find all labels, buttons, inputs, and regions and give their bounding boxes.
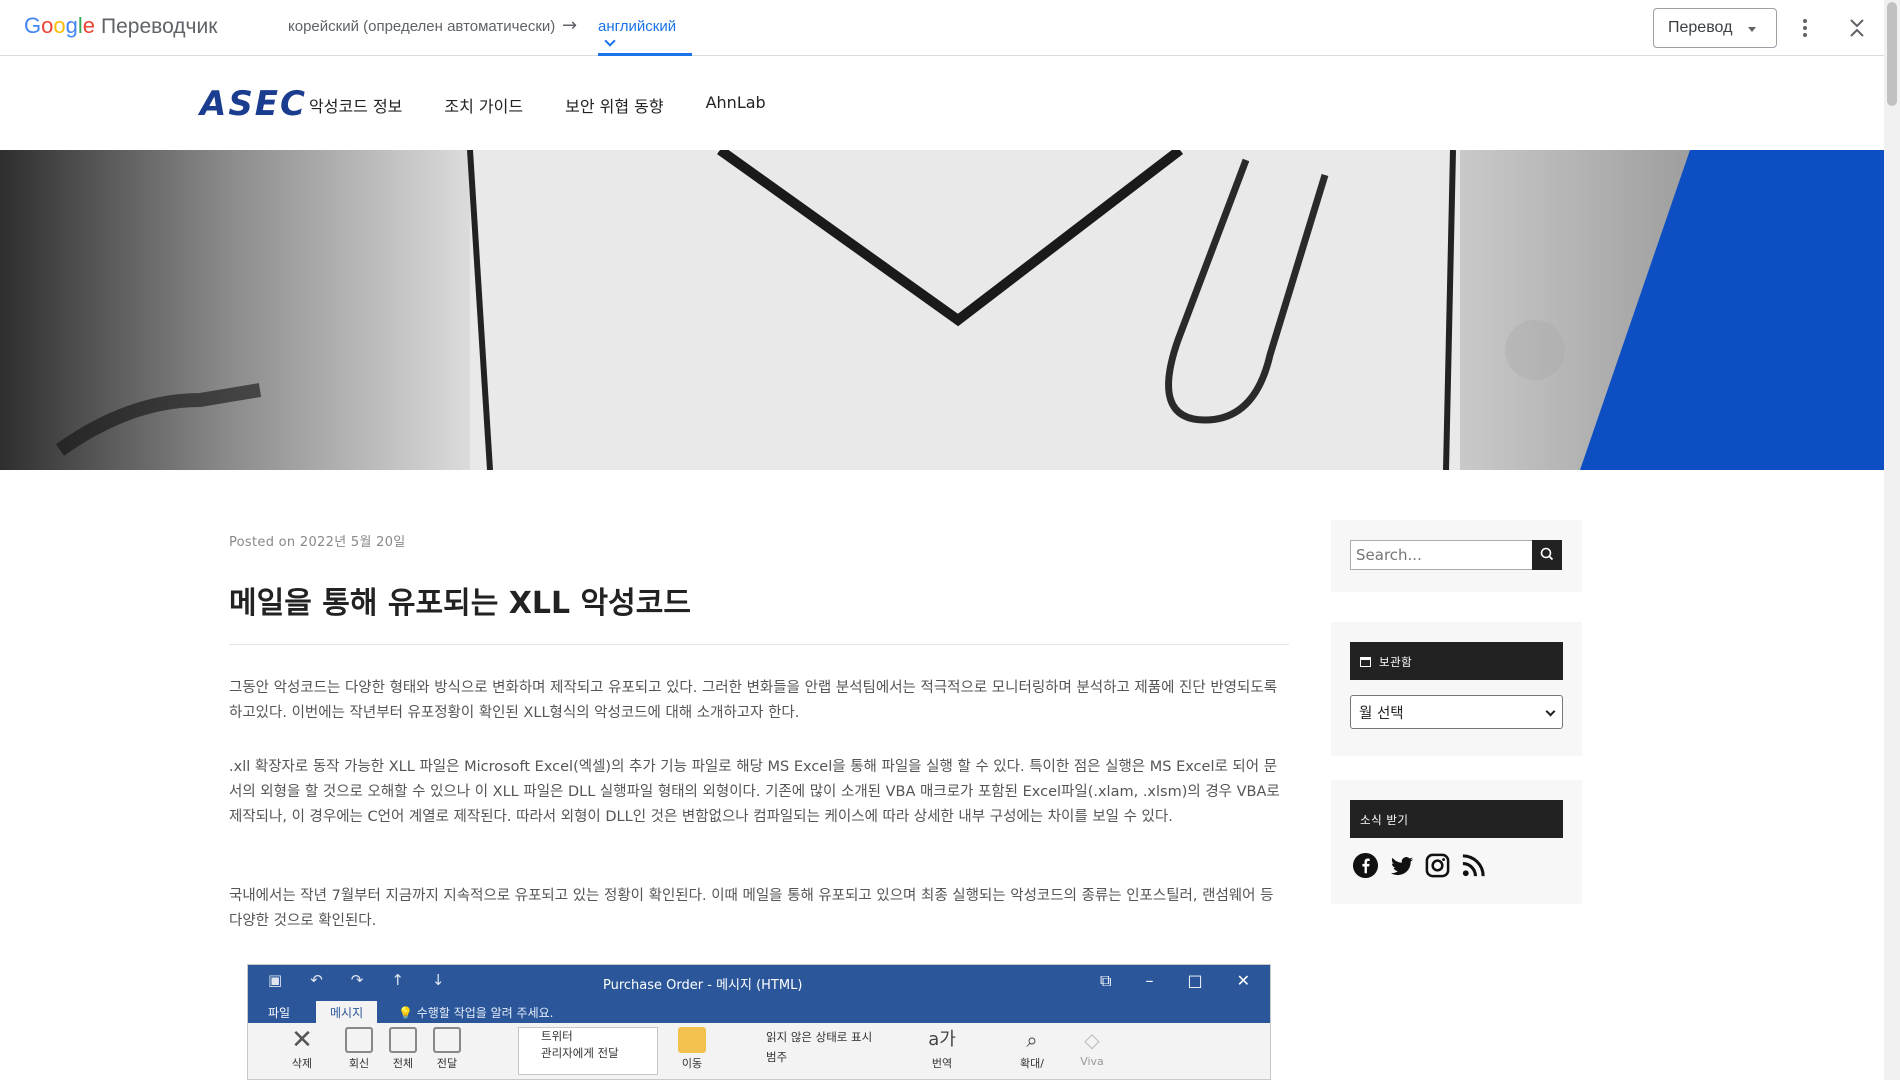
minimize-icon: – <box>1145 971 1154 990</box>
post-meta: Posted on 2022년 5월 20일 <box>229 535 406 550</box>
outlook-title-bar: ▣ ↶ ↷ ↑ ↓ Purchase Order - 메시지 (HTML) ⧉ … <box>248 965 1270 999</box>
title-divider <box>229 644 1289 645</box>
follow-title: 소식 받기 <box>1350 800 1563 838</box>
outlook-ribbon: ✕ 삭제 회신 전체 전달 트위터 관리자에게 전달 이동 읽지 않은 상태로 표… <box>248 1023 1270 1079</box>
page-scrollbar[interactable] <box>1884 0 1900 1080</box>
post-paragraph-1: 그동안 악성코드는 다양한 형태와 방식으로 변화하며 제작되고 유포되고 있다… <box>229 680 1278 721</box>
ribbon-zoom: ⌕ 확대/ <box>1020 1028 1044 1070</box>
outlook-screenshot-image: ▣ ↶ ↷ ↑ ↓ Purchase Order - 메시지 (HTML) ⧉ … <box>247 964 1271 1080</box>
product-name: Переводчик <box>101 15 218 38</box>
outlook-ribbon-tabs: 파일 메시지 💡 수행할 작업을 알려 주세요. <box>248 999 1270 1023</box>
archive-title: 보관함 <box>1350 642 1563 680</box>
search-icon <box>1540 547 1554 561</box>
arrow-icon: → <box>562 15 578 36</box>
ribbon-move: 이동 <box>678 1027 706 1071</box>
save-icon: ▣ <box>268 971 283 989</box>
more-options-icon[interactable] <box>1798 16 1812 40</box>
envelope-paperclip-illustration <box>0 150 1884 470</box>
up-icon: ↑ <box>391 971 404 989</box>
tab-message: 메시지 <box>316 1001 378 1023</box>
tab-file: 파일 <box>268 1006 291 1020</box>
translate-bar: Google Переводчик корейский (определен а… <box>0 0 1884 56</box>
ribbon-viva: ◇ Viva <box>1080 1028 1104 1068</box>
target-language-label: английский <box>598 18 677 35</box>
ribbon-forward: 전달 <box>433 1027 461 1071</box>
nav-item-ahnlab[interactable]: AhnLab <box>706 93 766 117</box>
archive-widget: 보관함 월 선택 <box>1331 622 1582 756</box>
chevron-down-icon <box>1545 706 1556 717</box>
google-translate-logo[interactable]: Google Переводчик <box>24 13 217 39</box>
collapse-icon[interactable] <box>1846 16 1868 40</box>
post-title: 메일을 통해 유포되는 XLL 악성코드 <box>229 586 691 621</box>
follow-widget: 소식 받기 <box>1331 780 1582 904</box>
calendar-icon <box>1360 657 1371 667</box>
post-paragraph-2: .xll 확장자로 동작 가능한 XLL 파일은 Microsoft Excel… <box>229 759 1280 825</box>
nav-item-response-guide[interactable]: 조치 가이드 <box>444 93 523 117</box>
outlook-window-title: Purchase Order - 메시지 (HTML) <box>603 978 803 993</box>
tell-me-box: 💡 수행할 작업을 알려 주세요. <box>398 1006 554 1020</box>
redo-icon: ↷ <box>350 971 364 989</box>
chevron-down-icon <box>604 35 616 47</box>
ribbon-reply: 회신 <box>345 1027 373 1071</box>
ribbon-category: 범주 <box>766 1050 788 1064</box>
ribbon-mark-unread: 읽지 않은 상태로 표시 <box>766 1030 873 1044</box>
nav-item-malware-info[interactable]: 악성코드 정보 <box>309 93 402 117</box>
instagram-icon[interactable] <box>1424 852 1451 879</box>
translate-button-label: Перевод <box>1668 19 1733 36</box>
search-widget <box>1331 520 1582 592</box>
source-language[interactable]: корейский (определен автоматически) <box>288 18 555 35</box>
social-links <box>1352 852 1487 879</box>
ribbon-delete: ✕ 삭제 <box>291 1025 313 1070</box>
ribbon-reply-all: 전체 <box>389 1027 417 1071</box>
nav-item-threat-trends[interactable]: 보안 위협 동향 <box>565 93 664 117</box>
restore-icon: ⧉ <box>1100 971 1112 990</box>
post-paragraph-3: 국내에서는 작년 7월부터 지금까지 지속적으로 유포되고 있는 정황이 확인된… <box>229 888 1274 929</box>
site-header: ASEC 악성코드 정보 조치 가이드 보안 위협 동향 AhnLab <box>0 57 1884 150</box>
close-icon: ✕ <box>1236 971 1250 990</box>
window-controls: ⧉ – □ ✕ <box>1100 971 1250 991</box>
search-input[interactable] <box>1350 540 1533 570</box>
rss-icon[interactable] <box>1460 852 1487 879</box>
site-logo[interactable]: ASEC <box>200 84 307 124</box>
maximize-icon: □ <box>1187 971 1203 990</box>
scrollbar-thumb[interactable] <box>1887 2 1897 106</box>
quick-access-toolbar: ▣ ↶ ↷ ↑ ↓ <box>268 971 445 989</box>
quick-steps-list: 트위터 관리자에게 전달 <box>518 1027 658 1075</box>
twitter-icon[interactable] <box>1388 852 1415 879</box>
ribbon-translate: a가 번역 <box>928 1029 956 1070</box>
target-language-tab[interactable]: английский <box>598 0 692 56</box>
main-nav: 악성코드 정보 조치 가이드 보안 위협 동향 AhnLab <box>309 93 766 117</box>
hero-image <box>0 150 1884 470</box>
dropdown-triangle-icon <box>1748 27 1756 32</box>
search-button[interactable] <box>1532 540 1562 570</box>
translate-options-button[interactable]: Перевод <box>1653 8 1777 48</box>
facebook-icon[interactable] <box>1352 852 1379 879</box>
undo-icon: ↶ <box>310 971 323 989</box>
archive-month-select[interactable]: 월 선택 <box>1350 695 1563 729</box>
down-icon: ↓ <box>431 971 445 989</box>
